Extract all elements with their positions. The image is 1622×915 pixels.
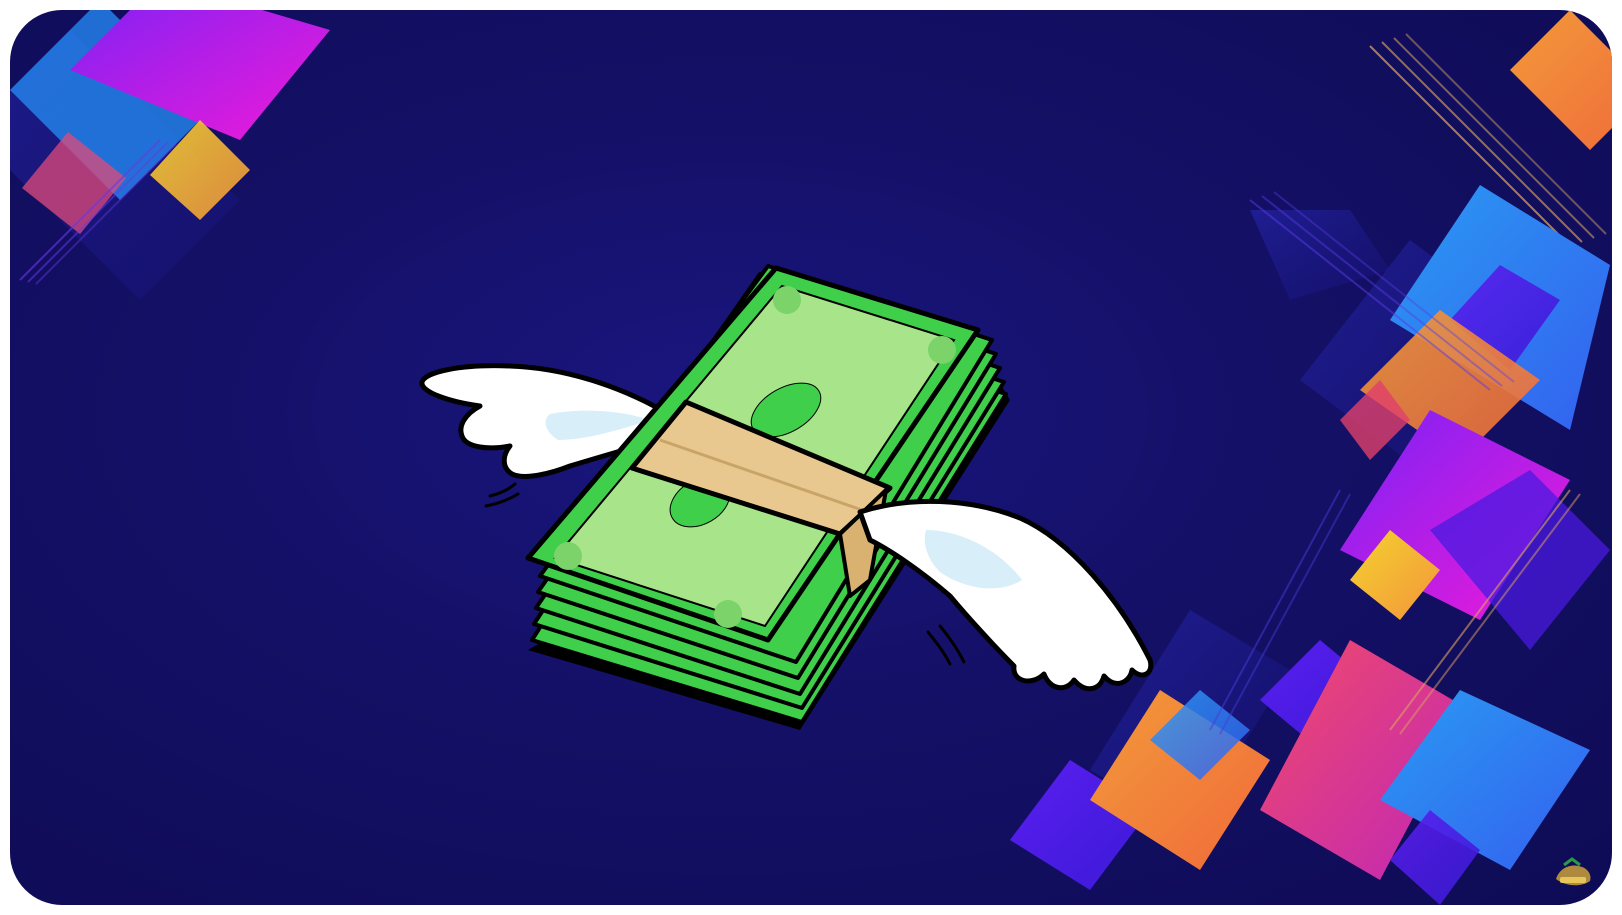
right-wing-icon xyxy=(857,498,1154,692)
hero-card xyxy=(10,10,1612,905)
money-stack-icon xyxy=(525,264,1010,730)
winged-money-illustration xyxy=(419,264,1154,730)
brand-badge-icon xyxy=(1556,857,1591,886)
